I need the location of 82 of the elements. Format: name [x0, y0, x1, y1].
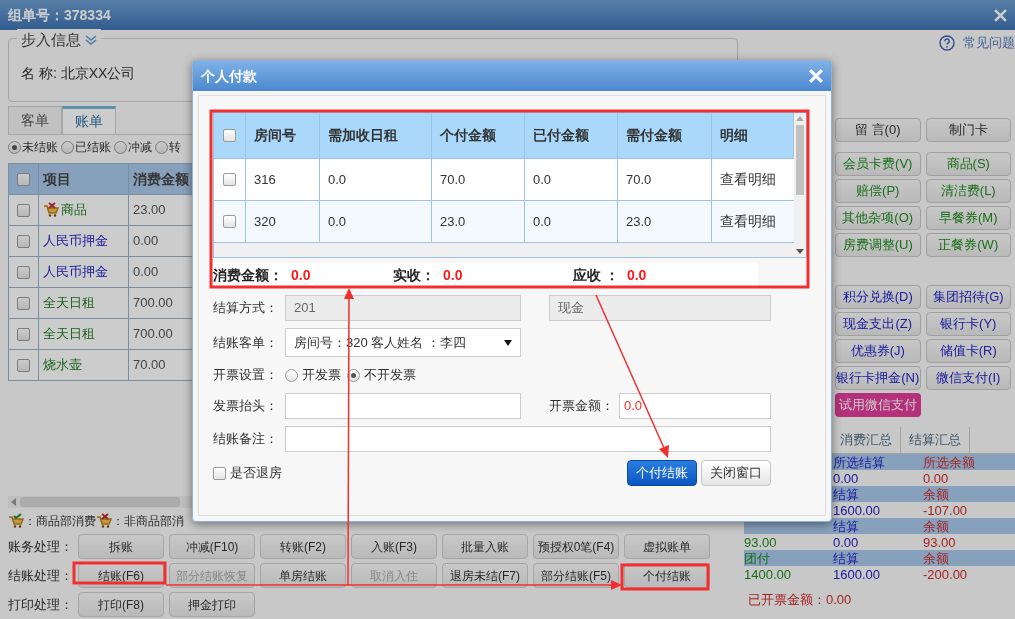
summary-cell: 0.00: [833, 534, 859, 550]
total-value: 0.0: [443, 265, 463, 285]
row-label: 打印处理：: [8, 595, 73, 614]
section-legend: 步入信息: [21, 29, 81, 52]
table-cell-text: 全天日租: [43, 325, 95, 344]
summary-cell: 结算: [833, 550, 859, 566]
table-cell-text: 320: [254, 212, 276, 231]
summary-cell: -107.00: [923, 502, 968, 518]
summary-cell: 所选结算: [833, 454, 885, 470]
row-label: 结账处理：: [8, 566, 73, 585]
column-header: 需加收日租: [328, 126, 398, 145]
summary-cell: 1400.00: [744, 566, 791, 582]
table-cell-text: 700.00: [133, 294, 173, 313]
table-cell-text: 0.00: [133, 232, 159, 251]
table-cell-text: 700.00: [133, 325, 173, 344]
input-field: 现金: [549, 295, 771, 321]
table-cell-text: 23.0: [626, 212, 652, 231]
table-cell-text: 0.00: [133, 263, 159, 282]
table-cell-text: 0.0: [328, 212, 347, 231]
summary-cell: 所选余额: [923, 454, 975, 470]
checkbox-label: 是否退房: [230, 464, 282, 483]
column-header: 个付金额: [440, 126, 496, 145]
table-cell-text: 0.0: [533, 212, 552, 231]
column-header: 明细: [720, 126, 748, 145]
table-cell-text: 316: [254, 170, 276, 189]
table-cell-text: 人民币押金: [43, 232, 108, 251]
table-cell-text: 23.00: [133, 201, 166, 220]
field-label: 发票抬头：: [213, 397, 279, 416]
total-label: 消费金额：: [213, 265, 283, 285]
table-cell-text: 烧水壶: [43, 356, 82, 375]
summary-cell: 结算: [833, 486, 859, 502]
column-header: 房间号: [254, 126, 296, 145]
total-label: 应收 ：: [573, 265, 619, 285]
total-label: 实收：: [393, 265, 435, 285]
field-label: 结账客单：: [213, 333, 279, 352]
table-cell-text: 商品: [61, 201, 87, 220]
filter-label: 未结账: [22, 139, 58, 156]
invoiced-label: 已开票金额：: [748, 591, 826, 609]
column-header: 消费金额: [133, 169, 189, 189]
summary-cell: 余额: [923, 518, 949, 534]
summary-cell: 1600.00: [833, 502, 880, 518]
field-label: 结算方式：: [213, 299, 279, 318]
table-cell-text: 70.0: [440, 170, 466, 189]
field-label: 开票设置：: [213, 366, 279, 385]
radio-label: 不开发票: [364, 366, 416, 385]
total-value: 0.0: [626, 265, 647, 285]
radio-label: 开发票: [302, 366, 341, 385]
legend-text: ：商品部消费: [24, 513, 96, 530]
summary-cell: 余额: [923, 550, 949, 566]
field-label: 开票金额：: [549, 397, 615, 416]
summary-cell: 结算: [833, 518, 859, 534]
table-cell-text: 0.0: [533, 170, 552, 189]
name-value: 北京XX公司: [60, 64, 136, 83]
invoiced-value: 0.00: [826, 591, 852, 609]
summary-cell: 93.00: [744, 534, 777, 550]
filter-label: 已结账: [75, 139, 111, 156]
summary-cell: 0.00: [833, 470, 859, 486]
summary-cell: 0.00: [923, 470, 949, 486]
input-field: 201: [285, 295, 521, 321]
total-value: 0.0: [291, 265, 311, 285]
summary-cell: 余额: [923, 486, 949, 502]
row-label: 账务处理：: [8, 537, 73, 556]
column-header: 需付金额: [626, 126, 682, 145]
summary-cell: 团付: [744, 550, 770, 566]
table-cell-text: 70.00: [133, 356, 166, 375]
dialog-title: 个人付款: [201, 66, 257, 86]
table-cell-text: 0.0: [328, 170, 347, 189]
column-header: 项目: [43, 169, 71, 189]
table-cell-text: 全天日租: [43, 294, 95, 313]
legend-text: ：非商品部消: [112, 513, 184, 530]
name-label: 名 称:: [21, 64, 57, 83]
summary-cell: 93.00: [923, 534, 956, 550]
window-title: 组单号：378334: [8, 5, 111, 25]
summary-cell: -200.00: [923, 566, 968, 582]
filter-label: 转: [169, 139, 181, 156]
field-label: 结账备注：: [213, 430, 279, 449]
column-header: 已付金额: [533, 126, 589, 145]
table-cell-text: 人民币押金: [43, 263, 108, 282]
filter-label: 冲减: [128, 139, 152, 156]
summary-cell: 1600.00: [833, 566, 880, 582]
table-cell-text: 70.0: [626, 170, 652, 189]
table-cell-text: 23.0: [440, 212, 466, 231]
